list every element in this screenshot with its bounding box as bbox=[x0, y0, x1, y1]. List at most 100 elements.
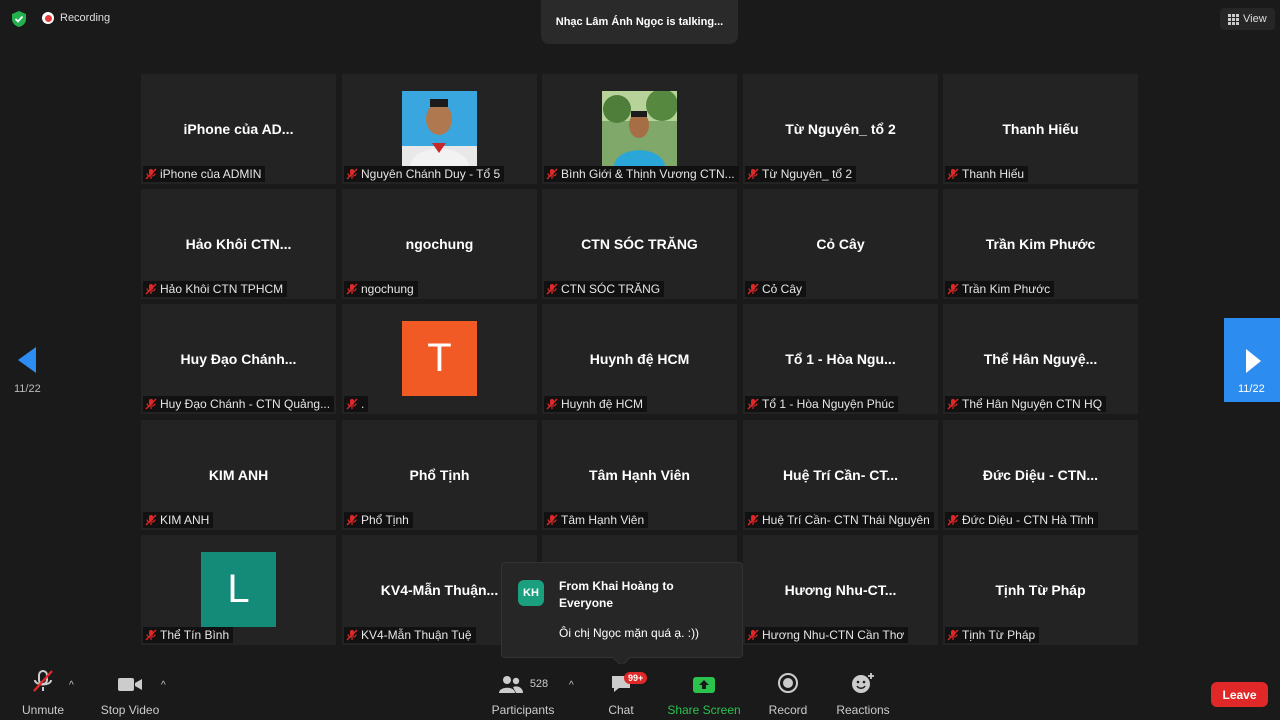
participant-name-label: Từ Nguyên_ tổ 2 bbox=[745, 166, 857, 182]
participant-name: Thanh Hiếu bbox=[962, 167, 1025, 181]
participant-name-label: Bình Giới & Thịnh Vương CTN... bbox=[544, 166, 739, 182]
recording-indicator[interactable]: Recording bbox=[42, 12, 110, 24]
participant-name-label: ngochung bbox=[344, 281, 418, 297]
reactions-label: Reactions bbox=[836, 703, 890, 717]
participants-button[interactable]: 528 Participants bbox=[491, 664, 555, 720]
muted-mic-icon bbox=[145, 514, 157, 526]
participant-name-label: CTN SÓC TRĂNG bbox=[544, 281, 665, 297]
participant-tile[interactable]: Bình Giới & Thịnh Vương CTN... bbox=[542, 74, 739, 184]
participant-tile[interactable]: Hảo Khôi CTN... Hảo Khôi CTN TPHCM bbox=[141, 189, 336, 299]
muted-mic-icon bbox=[947, 629, 959, 641]
muted-mic-icon bbox=[747, 168, 759, 180]
participant-tile[interactable]: Đức Diệu - CTN... Đức Diệu - CTN Hà Tĩnh bbox=[943, 420, 1138, 530]
view-button[interactable]: View bbox=[1220, 8, 1275, 30]
participant-name: Hương Nhu-CTN Cần Thơ bbox=[762, 628, 905, 642]
muted-mic-icon bbox=[947, 514, 959, 526]
video-options-chevron-icon[interactable]: ^ bbox=[161, 680, 166, 691]
participant-name-label: Tịnh Từ Pháp bbox=[945, 627, 1040, 643]
participant-name-label: Phổ Tịnh bbox=[344, 512, 413, 528]
page-indicator-right: 11/22 bbox=[1238, 383, 1265, 395]
participant-name-label: Trần Kim Phước bbox=[945, 281, 1055, 297]
share-screen-button[interactable]: Share Screen bbox=[667, 664, 741, 720]
muted-mic-icon bbox=[747, 283, 759, 295]
stop-video-label: Stop Video bbox=[100, 703, 160, 717]
participant-tile[interactable]: Cỏ Cây Cỏ Cây bbox=[743, 189, 938, 299]
stop-video-button[interactable]: Stop Video bbox=[100, 664, 160, 720]
participant-tile[interactable]: Thể Hân Nguyệ... Thể Hân Nguyện CTN HQ bbox=[943, 304, 1138, 414]
muted-mic-icon bbox=[947, 168, 959, 180]
muted-mic-icon bbox=[346, 629, 358, 641]
audio-options-chevron-icon[interactable]: ^ bbox=[69, 680, 74, 691]
participant-name: Thể Tín Bình bbox=[160, 628, 230, 642]
participant-name-label: Thanh Hiếu bbox=[945, 166, 1029, 182]
unmute-button[interactable]: Unmute bbox=[18, 664, 68, 720]
muted-mic-icon bbox=[346, 168, 358, 180]
participant-tile[interactable]: Huy Đạo Chánh... Huy Đạo Chánh - CTN Quản… bbox=[141, 304, 336, 414]
muted-mic-icon bbox=[546, 283, 558, 295]
participant-tile[interactable]: KIM ANH KIM ANH bbox=[141, 420, 336, 530]
next-page-button[interactable]: 11/22 bbox=[1224, 318, 1280, 402]
participant-tile[interactable]: iPhone của AD... iPhone của ADMIN bbox=[141, 74, 336, 184]
participant-tile[interactable]: Hương Nhu-CT... Hương Nhu-CTN Cần Thơ bbox=[743, 535, 938, 645]
participant-name: Huynh đệ HCM bbox=[561, 397, 644, 411]
chat-sender: From Khai Hoàng to Everyone bbox=[559, 579, 674, 610]
participant-tile[interactable]: Tịnh Từ Pháp Tịnh Từ Pháp bbox=[943, 535, 1138, 645]
muted-mic-icon bbox=[947, 283, 959, 295]
participants-icon bbox=[498, 676, 523, 693]
participant-tile[interactable]: Huynh đệ HCM Huynh đệ HCM bbox=[542, 304, 737, 414]
shield-icon[interactable] bbox=[10, 10, 28, 28]
muted-mic-icon bbox=[346, 398, 358, 410]
participant-tile[interactable]: L Thể Tín Bình bbox=[141, 535, 336, 645]
participant-tile[interactable]: Từ Nguyên_ tổ 2 Từ Nguyên_ tổ 2 bbox=[743, 74, 938, 184]
leave-button[interactable]: Leave bbox=[1211, 682, 1268, 707]
previous-page-icon[interactable] bbox=[10, 345, 46, 405]
participant-photo bbox=[402, 91, 477, 166]
participant-tile[interactable]: Nguyên Chánh Duy - Tổ 5 bbox=[342, 74, 537, 184]
record-label: Record bbox=[768, 703, 808, 717]
participant-name: CTN SÓC TRĂNG bbox=[561, 282, 661, 296]
participants-label: Participants bbox=[491, 703, 555, 717]
participant-tile[interactable]: Phổ Tịnh Phổ Tịnh bbox=[342, 420, 537, 530]
participant-tile[interactable]: Tổ 1 - Hòa Ngu... Tổ 1 - Hòa Nguyện Phúc bbox=[743, 304, 938, 414]
muted-mic-icon bbox=[145, 398, 157, 410]
share-screen-icon bbox=[693, 677, 715, 693]
record-button[interactable]: Record bbox=[767, 664, 809, 720]
muted-mic-icon bbox=[747, 514, 759, 526]
participant-name-label: Đức Diệu - CTN Hà Tĩnh bbox=[945, 512, 1098, 528]
participant-name-label: Huệ Trí Cần- CTN Thái Nguyên bbox=[745, 512, 934, 528]
participant-avatar: L bbox=[201, 552, 276, 627]
participant-name-label: KIM ANH bbox=[143, 512, 214, 528]
participant-name: Nguyên Chánh Duy - Tổ 5 bbox=[361, 167, 501, 181]
participant-name-label: . bbox=[344, 396, 369, 412]
muted-mic-icon bbox=[145, 283, 157, 295]
muted-mic-icon bbox=[747, 398, 759, 410]
muted-mic-icon bbox=[947, 398, 959, 410]
microphone-muted-icon bbox=[33, 670, 53, 692]
participant-name: Tịnh Từ Pháp bbox=[962, 628, 1036, 642]
share-screen-label: Share Screen bbox=[667, 703, 741, 717]
chat-notification[interactable]: KH From Khai Hoàng to Everyone Ôi chị Ng… bbox=[501, 562, 743, 667]
participant-tile[interactable]: T. bbox=[342, 304, 537, 414]
participant-tile[interactable]: Tâm Hạnh Viên Tâm Hạnh Viên bbox=[542, 420, 737, 530]
participants-options-chevron-icon[interactable]: ^ bbox=[569, 680, 574, 691]
chat-label: Chat bbox=[608, 703, 634, 717]
participant-name-label: Huy Đạo Chánh - CTN Quảng... bbox=[143, 396, 335, 412]
participant-name-label: Huynh đệ HCM bbox=[544, 396, 648, 412]
participant-tile[interactable]: Trần Kim Phước Trần Kim Phước bbox=[943, 189, 1138, 299]
muted-mic-icon bbox=[546, 514, 558, 526]
participant-tile[interactable]: Thanh Hiếu Thanh Hiếu bbox=[943, 74, 1138, 184]
participant-name: ngochung bbox=[361, 282, 414, 296]
participant-tile[interactable]: Huệ Trí Cần- CT... Huệ Trí Cần- CTN Thái … bbox=[743, 420, 938, 530]
reactions-icon bbox=[852, 673, 874, 693]
chat-message: Ôi chị Ngọc mặn quá ạ. :)) bbox=[559, 626, 700, 640]
participant-tile[interactable]: ngochung ngochung bbox=[342, 189, 537, 299]
participants-count: 528 bbox=[529, 678, 549, 690]
participant-name: Đức Diệu - CTN Hà Tĩnh bbox=[962, 513, 1094, 527]
chat-unread-badge: 99+ bbox=[624, 672, 648, 684]
participant-name: Huệ Trí Cần- CTN Thái Nguyên bbox=[762, 513, 930, 527]
participant-tile[interactable]: CTN SÓC TRĂNG CTN SÓC TRĂNG bbox=[542, 189, 737, 299]
muted-mic-icon bbox=[346, 514, 358, 526]
reactions-button[interactable]: Reactions bbox=[836, 664, 890, 720]
participant-name: iPhone của ADMIN bbox=[160, 167, 262, 181]
participant-name: Huy Đạo Chánh - CTN Quảng... bbox=[160, 397, 331, 411]
